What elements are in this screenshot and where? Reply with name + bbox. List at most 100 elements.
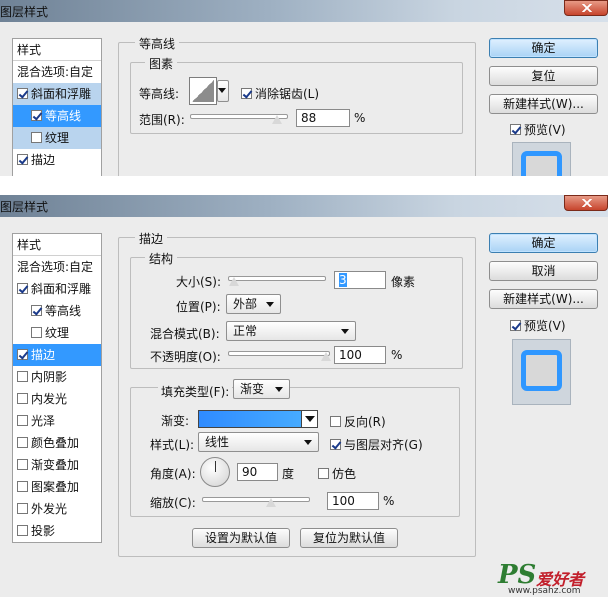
antialias-option[interactable]: 消除锯齿(L) <box>241 85 319 102</box>
position-select[interactable]: 外部 <box>226 294 281 314</box>
preview-option[interactable]: 预览(V) <box>510 121 566 138</box>
style-item-label: 图案叠加 <box>31 480 80 494</box>
checkbox-bevel-emboss[interactable] <box>17 283 28 294</box>
contour-dropdown[interactable] <box>217 80 229 102</box>
checkbox-contour[interactable] <box>31 305 42 316</box>
style-item-color-overlay[interactable]: 颜色叠加 <box>13 432 101 454</box>
style-item-outer-glow[interactable]: 外发光 <box>13 498 101 520</box>
new-style-button[interactable]: 新建样式(W)... <box>489 289 598 309</box>
cancel-button[interactable]: 取消 <box>489 261 598 281</box>
checkbox-drop-shadow[interactable] <box>17 525 28 536</box>
gradient-picker[interactable] <box>198 410 318 428</box>
preview-shape <box>521 151 562 176</box>
close-button[interactable] <box>564 0 608 16</box>
preview-option[interactable]: 预览(V) <box>510 317 566 334</box>
scale-slider[interactable] <box>202 497 310 508</box>
scale-slider-thumb[interactable] <box>265 498 277 508</box>
style-item-label: 斜面和浮雕 <box>31 87 92 101</box>
opacity-input[interactable]: 100 <box>334 346 386 364</box>
close-button[interactable] <box>564 195 608 211</box>
checkbox-satin[interactable] <box>17 415 28 426</box>
style-item-satin[interactable]: 光泽 <box>13 410 101 432</box>
style-item-contour[interactable]: 等高线 <box>13 300 101 322</box>
checkbox-reverse[interactable] <box>330 416 341 427</box>
dither-label: 仿色 <box>332 467 357 481</box>
align-option[interactable]: 与图层对齐(G) <box>330 436 423 453</box>
style-item-stroke[interactable]: 描边 <box>13 149 101 171</box>
style-item-bevel-emboss[interactable]: 斜面和浮雕 <box>13 83 101 105</box>
gradient-style-select[interactable]: 线性 <box>198 432 319 452</box>
style-item-stroke[interactable]: 描边 <box>13 344 101 366</box>
opacity-slider[interactable] <box>228 351 332 362</box>
checkbox-gradient-overlay[interactable] <box>17 459 28 470</box>
checkbox-texture[interactable] <box>31 327 42 338</box>
angle-input[interactable]: 90 <box>237 463 278 481</box>
reverse-option[interactable]: 反向(R) <box>330 413 386 430</box>
checkbox-inner-shadow[interactable] <box>17 371 28 382</box>
reset-button[interactable]: 复位 <box>489 66 598 86</box>
style-item-inner-shadow[interactable]: 内阴影 <box>13 366 101 388</box>
antialias-label: 消除锯齿(L) <box>255 87 320 101</box>
style-item-drop-shadow[interactable]: 投影 <box>13 520 101 542</box>
contour-picker[interactable] <box>189 77 217 105</box>
checkbox-bevel-emboss[interactable] <box>17 88 28 99</box>
watermark-url: www.psahz.com <box>508 586 581 596</box>
checkbox-inner-glow[interactable] <box>17 393 28 404</box>
checkbox-align-with-layer[interactable] <box>330 439 341 450</box>
fill-type-value: 渐变 <box>240 382 265 396</box>
scale-input[interactable]: 100 <box>327 492 379 510</box>
preview-shape <box>521 350 562 391</box>
style-item-label: 光泽 <box>31 414 56 428</box>
range-input[interactable]: 88 <box>296 109 350 127</box>
range-slider[interactable] <box>190 114 288 125</box>
checkbox-preview[interactable] <box>510 124 521 135</box>
size-slider[interactable] <box>228 276 326 287</box>
size-input[interactable]: 3 <box>334 271 386 289</box>
dither-option[interactable]: 仿色 <box>318 465 356 482</box>
opacity-label: 不透明度(O): <box>150 350 221 364</box>
style-item-texture[interactable]: 纹理 <box>13 322 101 344</box>
size-slider-thumb[interactable] <box>228 277 240 287</box>
opacity-slider-thumb[interactable] <box>320 352 332 362</box>
checkbox-outer-glow[interactable] <box>17 503 28 514</box>
style-item-blending-options[interactable]: 混合选项:自定 <box>13 61 101 83</box>
style-item-texture[interactable]: 纹理 <box>13 127 101 149</box>
contour-group-title: 等高线 <box>135 35 180 52</box>
style-item-label: 渐变叠加 <box>31 458 80 472</box>
style-item-inner-glow[interactable]: 内发光 <box>13 388 101 410</box>
contour-label: 等高线: <box>139 87 180 101</box>
reset-default-button[interactable]: 复位为默认值 <box>300 528 398 548</box>
checkbox-contour[interactable] <box>31 110 42 121</box>
chevron-down-icon[interactable] <box>301 411 317 427</box>
style-item-label: 投影 <box>31 524 56 538</box>
ok-button[interactable]: 确定 <box>489 38 598 58</box>
checkbox-dither[interactable] <box>318 468 329 479</box>
angle-dial[interactable] <box>200 457 230 487</box>
style-preview-thumbnail <box>512 142 571 176</box>
checkbox-pattern-overlay[interactable] <box>17 481 28 492</box>
fill-type-select[interactable]: 渐变 <box>233 379 290 399</box>
style-item-bevel-emboss[interactable]: 斜面和浮雕 <box>13 278 101 300</box>
checkbox-color-overlay[interactable] <box>17 437 28 448</box>
set-default-button[interactable]: 设置为默认值 <box>192 528 290 548</box>
checkbox-stroke[interactable] <box>17 154 28 165</box>
fill-type-label: 填充类型(F): <box>158 383 233 400</box>
range-slider-thumb[interactable] <box>271 115 283 125</box>
blend-mode-select[interactable]: 正常 <box>226 321 356 341</box>
size-label: 大小(S): <box>176 275 222 289</box>
checkbox-antialias[interactable] <box>241 88 252 99</box>
checkbox-preview[interactable] <box>510 320 521 331</box>
style-item-gradient-overlay[interactable]: 渐变叠加 <box>13 454 101 476</box>
style-item-blending-options[interactable]: 混合选项:自定 <box>13 256 101 278</box>
chevron-down-icon <box>275 387 283 392</box>
checkbox-stroke[interactable] <box>17 349 28 360</box>
preview-label: 预览(V) <box>524 319 566 333</box>
new-style-button[interactable]: 新建样式(W)... <box>489 94 598 114</box>
style-item-contour[interactable]: 等高线 <box>13 105 101 127</box>
gradient-style-value: 线性 <box>205 435 230 449</box>
style-item-pattern-overlay[interactable]: 图案叠加 <box>13 476 101 498</box>
style-item-label: 内阴影 <box>31 370 68 384</box>
scale-unit: % <box>383 494 395 508</box>
checkbox-texture[interactable] <box>31 132 42 143</box>
ok-button[interactable]: 确定 <box>489 233 598 253</box>
